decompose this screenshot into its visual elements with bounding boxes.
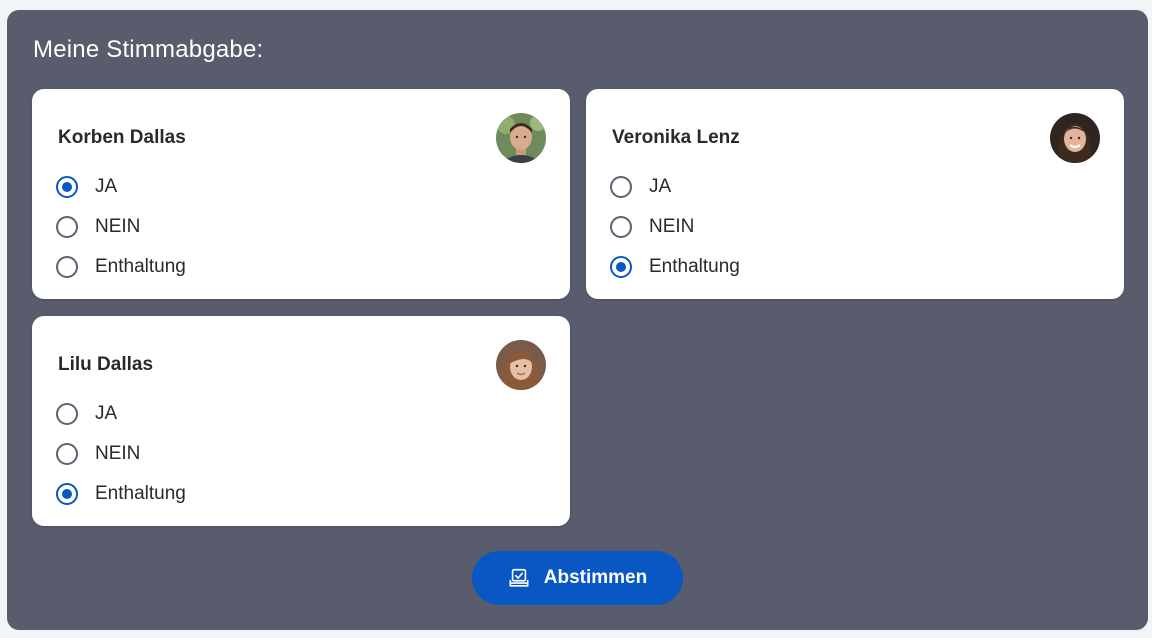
candidate-name: Korben Dallas <box>58 127 186 148</box>
option-ja[interactable]: JA <box>56 394 186 434</box>
radio-ja[interactable] <box>56 403 78 425</box>
panel-title: Meine Stimmabgabe: <box>33 36 264 63</box>
person-avatar-icon <box>1050 113 1100 163</box>
option-nein[interactable]: NEIN <box>56 207 186 247</box>
abstimmen-label: Abstimmen <box>543 567 648 588</box>
person-avatar-icon <box>496 340 546 390</box>
voting-panel: Meine Stimmabgabe: Korben Dallas JA NEIN… <box>7 10 1148 630</box>
option-enthaltung[interactable]: Enthaltung <box>56 474 186 514</box>
candidate-card-lilu-dallas: Lilu Dallas JA NEIN Enthaltung <box>32 316 570 526</box>
option-label: Enthaltung <box>95 256 186 277</box>
radio-enthaltung[interactable] <box>610 256 632 278</box>
option-ja[interactable]: JA <box>56 167 186 207</box>
option-label: NEIN <box>95 443 141 464</box>
option-label: JA <box>95 176 118 197</box>
abstimmen-button[interactable]: Abstimmen <box>472 551 683 605</box>
person-avatar-icon <box>496 113 546 163</box>
radio-enthaltung[interactable] <box>56 483 78 505</box>
option-ja[interactable]: JA <box>610 167 740 207</box>
ballot-box-icon <box>508 567 530 589</box>
candidate-card-korben-dallas: Korben Dallas JA NEIN Enthaltung <box>32 89 570 299</box>
radio-ja[interactable] <box>56 176 78 198</box>
radio-ja[interactable] <box>610 176 632 198</box>
vote-options: JA NEIN Enthaltung <box>56 394 186 514</box>
candidate-name: Veronika Lenz <box>612 127 740 148</box>
vote-options: JA NEIN Enthaltung <box>610 167 740 287</box>
candidate-name: Lilu Dallas <box>58 354 154 375</box>
avatar <box>1050 113 1100 163</box>
option-enthaltung[interactable]: Enthaltung <box>56 247 186 287</box>
radio-nein[interactable] <box>56 216 78 238</box>
option-label: NEIN <box>95 216 141 237</box>
avatar <box>496 113 546 163</box>
option-label: JA <box>649 176 672 197</box>
option-label: Enthaltung <box>95 483 186 504</box>
option-label: NEIN <box>649 216 695 237</box>
option-label: JA <box>95 403 118 424</box>
option-nein[interactable]: NEIN <box>56 434 186 474</box>
option-label: Enthaltung <box>649 256 740 277</box>
option-nein[interactable]: NEIN <box>610 207 740 247</box>
option-enthaltung[interactable]: Enthaltung <box>610 247 740 287</box>
radio-enthaltung[interactable] <box>56 256 78 278</box>
avatar <box>496 340 546 390</box>
radio-nein[interactable] <box>610 216 632 238</box>
radio-nein[interactable] <box>56 443 78 465</box>
candidate-card-veronika-lenz: Veronika Lenz JA NEIN Enthaltung <box>586 89 1124 299</box>
vote-options: JA NEIN Enthaltung <box>56 167 186 287</box>
